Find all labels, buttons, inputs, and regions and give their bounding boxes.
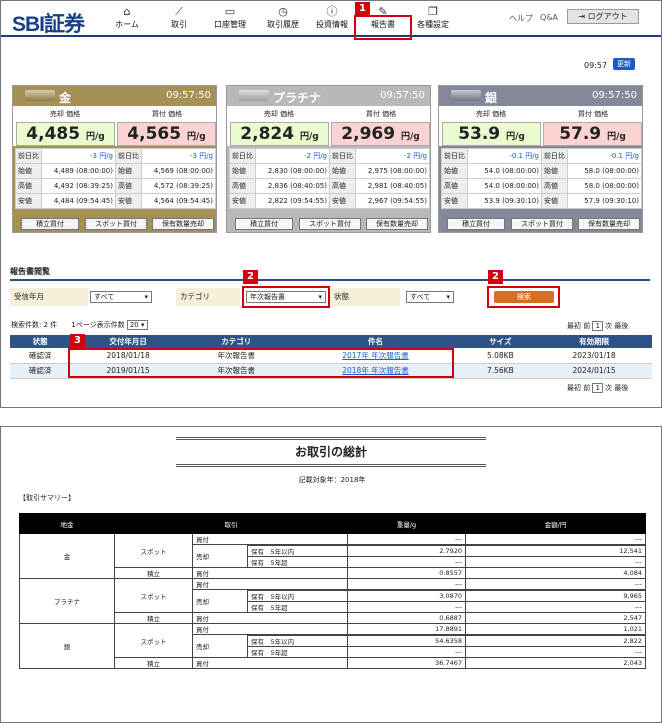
summary-table: 地金 取引 重量/g 金額/円 金スポット 買付 --- --- 売却 保有 5年以内… (19, 513, 646, 669)
nav-trade[interactable]: ⟋ 取引 (155, 5, 203, 30)
column-header: 有効期限 (536, 335, 652, 348)
price-stats: 前日比 -3 円/g 前日比 -3 円/g 始値 4,489 (08:00:00) 始値 4,… (15, 148, 216, 209)
info-icon: ⓘ (326, 5, 338, 18)
sell-holding-button[interactable]: 保有数量売却 (152, 218, 214, 230)
sbi-portal: SBI証券 ⌂ ホーム ⟋ 取引 ▭ 口座管理 ◷ 取引履歴 ⓘ 投資情報 ✎ 報告書 ❐ 各… (0, 0, 662, 408)
table-cell: 確認済 (10, 363, 71, 379)
doc-title: お取引の総計 (176, 437, 486, 467)
pager-bottom: 最初 前 1 次 最後 (567, 383, 629, 393)
accumulate-buy-button[interactable]: 積立買付 (235, 218, 293, 230)
spot-buy-button[interactable]: スポット買付 (511, 218, 573, 230)
per-page-select[interactable]: 20 ▾ (126, 320, 148, 330)
sell-price: 53.9 円/g (442, 122, 541, 146)
sell-holding-button[interactable]: 保有数量売却 (366, 218, 428, 230)
year-select[interactable]: すべて ▾ (90, 291, 152, 303)
card-header: 金 09:57:50 (13, 86, 216, 106)
accumulate-buy-button[interactable]: 積立買付 (21, 218, 79, 230)
buy-price: 57.9 円/g (543, 122, 642, 146)
update-time: 09:57 (584, 61, 608, 70)
qa-link[interactable]: Q&A (540, 13, 558, 22)
table-cell: 2024/01/15 (536, 363, 652, 379)
nav-account[interactable]: ▭ 口座管理 (206, 5, 254, 30)
home-icon: ⌂ (123, 5, 131, 18)
result-count: 検索件数: 2 件 1ページ表示件数 20 ▾ (11, 320, 148, 330)
price-card: 銀 09:57:50 売却 価格 買付 価格 53.9 円/g 57.9 円/g… (438, 85, 643, 233)
price-card: 金 09:57:50 売却 価格 買付 価格 4,485 円/g 4,565 円… (12, 85, 217, 233)
nav-home[interactable]: ⌂ ホーム (103, 5, 151, 30)
category-label: カテゴリ (176, 288, 240, 306)
price-panel: 売却 価格 買付 価格 2,824 円/g 2,969 円/g (227, 106, 430, 146)
column-header: 件名 (286, 335, 465, 348)
status-label: 状態 (330, 288, 400, 306)
table-cell: 2023/01/18 (536, 348, 652, 364)
column-header: サイズ (464, 335, 537, 348)
doc-row: 金スポット 買付 --- --- (19, 533, 646, 579)
monitor-icon: ▭ (224, 5, 236, 18)
table-cell: 7.56KB (464, 363, 537, 379)
help-link[interactable]: ヘルプ (509, 13, 533, 24)
price-card: プラチナ 09:57:50 売却 価格 買付 価格 2,824 円/g 2,96… (226, 85, 431, 233)
status-select[interactable]: すべて ▾ (406, 291, 454, 303)
highlight-search (487, 286, 560, 308)
summary-label: 【取引サマリー】 (19, 494, 75, 502)
table-cell: 確認済 (10, 348, 71, 364)
sell-price: 2,824 円/g (230, 122, 329, 146)
ingot-icon (451, 90, 481, 101)
card-header: プラチナ 09:57:50 (227, 86, 430, 106)
year-label: 受信年月 (10, 288, 88, 306)
ingot-icon (239, 90, 269, 101)
chart-icon: ⟋ (175, 5, 183, 18)
nav-history[interactable]: ◷ 取引履歴 (259, 5, 307, 30)
pager-top: 最初 前 1 次 最後 (567, 321, 629, 331)
sbi-logo[interactable]: SBI証券 (12, 8, 85, 38)
history-icon: ◷ (278, 5, 288, 18)
annotation-1: 1 (355, 2, 370, 16)
price-stats: 前日比 -2 円/g 前日比 -2 円/g 始値 2,830 (08:00:00) 始値 2,… (229, 148, 430, 209)
accumulate-buy-button[interactable]: 積立買付 (447, 218, 505, 230)
column-header: 交付年月日 (70, 335, 187, 348)
logout-button[interactable]: ⇥ ログアウト (567, 9, 639, 24)
section-title: 報告書閲覧 (10, 266, 650, 281)
chevron-down-icon: ▾ (446, 293, 450, 301)
buy-price: 4,565 円/g (117, 122, 216, 146)
highlight-rows (68, 348, 454, 378)
price-stats: 前日比 -0.1 円/g 前日比 -0.1 円/g 始値 54.0 (08:00:00) 始… (441, 148, 642, 209)
chevron-down-icon: ▾ (144, 293, 148, 301)
header-bar: SBI証券 ⌂ ホーム ⟋ 取引 ▭ 口座管理 ◷ 取引履歴 ⓘ 投資情報 ✎ 報告書 ❐ 各… (1, 1, 661, 37)
annotation-2a: 2 (243, 270, 258, 284)
annotation-3: 3 (70, 334, 85, 348)
card-header: 銀 09:57:50 (439, 86, 642, 106)
price-panel: 売却 価格 買付 価格 53.9 円/g 57.9 円/g (439, 106, 642, 146)
highlight-report-tab (354, 15, 412, 40)
ingot-icon (25, 90, 55, 101)
sell-price: 4,485 円/g (16, 122, 115, 146)
sell-holding-button[interactable]: 保有数量売却 (578, 218, 640, 230)
doc-row: 銀スポット 買付 17.8891 1,021 (19, 623, 646, 669)
buy-price: 2,969 円/g (331, 122, 430, 146)
doc-row: プラチナ スポット 買付 --- --- (19, 578, 646, 624)
column-header: カテゴリ (186, 335, 287, 348)
table-cell: 5.08KB (464, 348, 537, 364)
column-header: 状態 (10, 335, 71, 348)
settings-icon: ❐ (428, 5, 438, 18)
annotation-2b: 2 (488, 270, 503, 284)
transaction-summary-doc: お取引の総計 記載対象年：2018年 【取引サマリー】 地金 取引 重量/g 金… (0, 426, 662, 723)
price-panel: 売却 価格 買付 価格 4,485 円/g 4,565 円/g (13, 106, 216, 146)
nav-settings[interactable]: ❐ 各種設定 (409, 5, 457, 30)
logout-icon: ⇥ (578, 12, 586, 21)
spot-buy-button[interactable]: スポット買付 (85, 218, 147, 230)
refresh-button[interactable]: 更新 (613, 58, 635, 70)
highlight-category (242, 286, 330, 308)
nav-info[interactable]: ⓘ 投資情報 (308, 5, 356, 30)
doc-subtitle: 記載対象年：2018年 (298, 476, 366, 484)
spot-buy-button[interactable]: スポット買付 (299, 218, 361, 230)
